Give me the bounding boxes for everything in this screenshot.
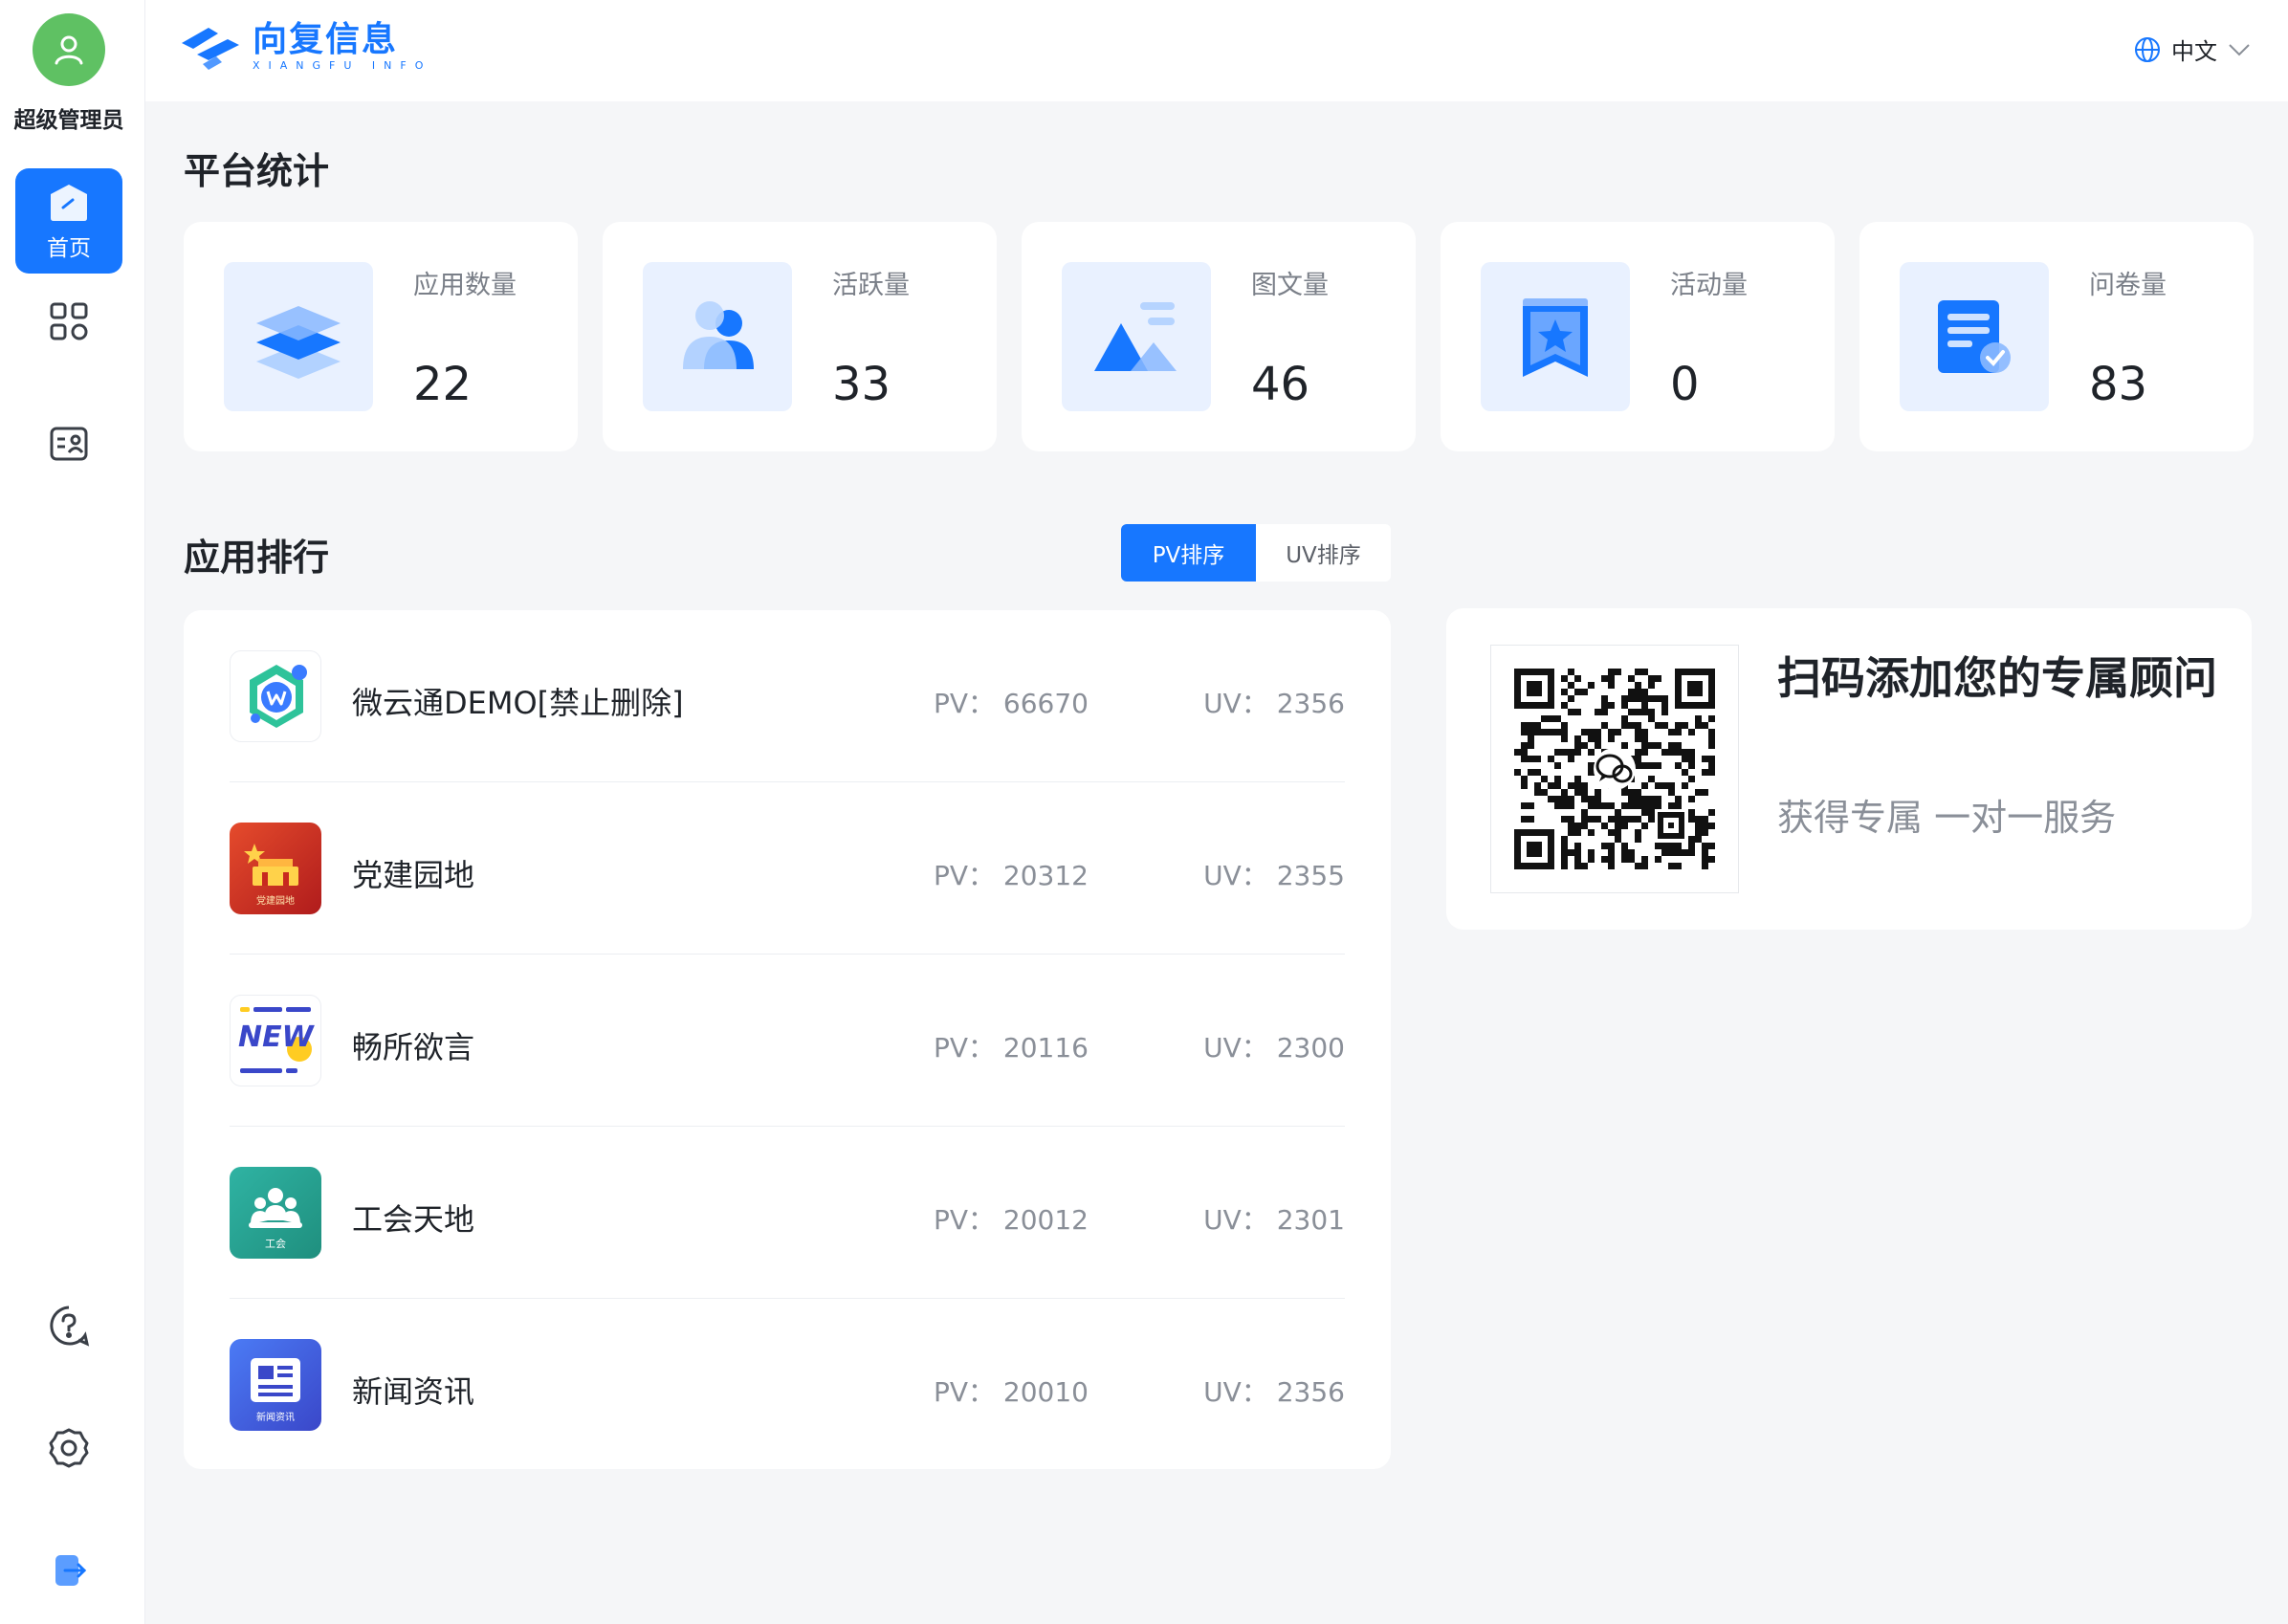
logout-button[interactable] — [42, 1544, 96, 1597]
logout-icon — [55, 1555, 87, 1586]
app-name: 新闻资讯 — [352, 1373, 475, 1410]
app-name: 工会天地 — [352, 1201, 475, 1238]
stat-card-apps[interactable]: 应用数量 22 — [184, 222, 578, 451]
pv-value: PV： 66670 — [933, 688, 1089, 719]
stat-card-active[interactable]: 活跃量 33 — [603, 222, 997, 451]
sort-toggle: PV排序 UV排序 — [1121, 524, 1391, 582]
qr-subtitle: 获得专属 一对一服务 — [1777, 797, 2117, 839]
user-name: 超级管理员 — [13, 108, 124, 133]
settings-button[interactable] — [42, 1421, 96, 1475]
uv-value: UV： 2301 — [1203, 1204, 1345, 1236]
avatar[interactable] — [33, 13, 105, 86]
app-name: 微云通DEMO[禁止删除] — [352, 685, 684, 721]
logo-text: 向复信息 — [253, 20, 399, 59]
tab-uv-sort[interactable]: UV排序 — [1256, 524, 1391, 582]
app-icon-caption: 工会 — [265, 1238, 286, 1250]
stats-title: 平台统计 — [184, 150, 330, 192]
bookmark-star-icon — [1481, 262, 1630, 411]
help-button[interactable] — [42, 1299, 96, 1352]
uv-value: UV： 2355 — [1203, 860, 1345, 891]
pv-value: PV： 20312 — [933, 860, 1089, 891]
stat-label: 应用数量 — [413, 271, 517, 300]
globe-icon — [2135, 36, 2160, 62]
stat-value: 83 — [2089, 358, 2148, 411]
table-row[interactable]: NEW 畅所欲言 PV： 20116 UV： 2300 — [230, 955, 1345, 1127]
stat-card-articles[interactable]: 图文量 46 — [1022, 222, 1416, 451]
app-name: 畅所欲言 — [352, 1029, 475, 1065]
help-icon — [50, 1306, 90, 1347]
pv-value: PV： 20012 — [933, 1204, 1089, 1236]
table-row[interactable]: 工会 工会天地 PV： 20012 UV： 2301 — [230, 1127, 1345, 1299]
topbar: 向复信息 XIANGFU INFO 中文 — [145, 0, 2288, 101]
app-icon-party: 党建园地 — [230, 823, 321, 914]
app-icon-weiyuntong — [230, 650, 321, 742]
uv-value: UV： 2356 — [1203, 688, 1345, 719]
user-icon — [55, 35, 83, 65]
language-label: 中文 — [2171, 38, 2217, 65]
ranking-list: 微云通DEMO[禁止删除] PV： 66670 UV： 2356 党建园地 党建… — [184, 610, 1391, 1469]
app-icon-news: 新闻资讯 — [230, 1339, 321, 1431]
pv-value: PV： 20010 — [933, 1376, 1089, 1408]
nav-item-home[interactable]: 首页 — [15, 168, 122, 274]
app-icon-union: 工会 — [230, 1167, 321, 1259]
app-icon-caption: NEW — [238, 1020, 314, 1054]
ranking-title: 应用排行 — [184, 537, 330, 579]
chevron-down-icon — [2229, 43, 2250, 55]
logo[interactable]: 向复信息 XIANGFU INFO — [180, 21, 431, 73]
nav-item-apps[interactable] — [42, 295, 96, 348]
gear-icon — [49, 1428, 89, 1468]
nav-home-label: 首页 — [47, 236, 91, 261]
stat-card-surveys[interactable]: 问卷量 83 — [1859, 222, 2254, 451]
layers-icon — [224, 262, 373, 411]
logo-subtext: XIANGFU INFO — [253, 59, 432, 72]
table-row[interactable]: 新闻资讯 新闻资讯 PV： 20010 UV： 2356 — [230, 1299, 1345, 1471]
image-text-icon — [1062, 262, 1211, 411]
stat-label: 问卷量 — [2089, 271, 2167, 300]
table-row[interactable]: 微云通DEMO[禁止删除] PV： 66670 UV： 2356 — [230, 610, 1345, 782]
brand-logo-icon — [182, 28, 239, 70]
qr-consultant-card: 扫码添加您的专属顾问 获得专属 一对一服务 — [1446, 608, 2252, 930]
stat-label: 图文量 — [1251, 271, 1329, 300]
grid-icon — [50, 302, 88, 340]
app-icon-caption: 新闻资讯 — [256, 1413, 295, 1423]
stat-value: 33 — [832, 358, 891, 411]
stat-card-events[interactable]: 活动量 0 — [1441, 222, 1835, 451]
stat-value: 22 — [413, 358, 473, 411]
app-name: 党建园地 — [352, 857, 475, 893]
contact-card-icon — [50, 427, 88, 461]
stat-value: 46 — [1251, 358, 1310, 411]
uv-value: UV： 2300 — [1203, 1032, 1345, 1064]
qr-code[interactable] — [1490, 645, 1739, 893]
qr-title: 扫码添加您的专属顾问 — [1777, 652, 2217, 704]
qr-code-icon — [1514, 669, 1715, 869]
tab-pv-sort[interactable]: PV排序 — [1121, 524, 1256, 582]
sidebar: 超级管理员 首页 — [0, 0, 145, 1624]
table-row[interactable]: 党建园地 党建园地 PV： 20312 UV： 2355 — [230, 782, 1345, 955]
home-icon — [51, 185, 87, 221]
language-switcher[interactable]: 中文 — [2133, 33, 2252, 66]
stat-label: 活动量 — [1670, 271, 1748, 300]
users-icon — [643, 262, 792, 411]
uv-value: UV： 2356 — [1203, 1376, 1345, 1408]
app-icon-caption: 党建园地 — [256, 896, 295, 907]
stat-value: 0 — [1670, 358, 1700, 411]
pv-value: PV： 20116 — [933, 1032, 1089, 1064]
stat-label: 活跃量 — [832, 271, 910, 300]
nav-item-contacts[interactable] — [42, 417, 96, 471]
document-check-icon — [1900, 262, 2049, 411]
app-icon-forum: NEW — [230, 995, 321, 1086]
